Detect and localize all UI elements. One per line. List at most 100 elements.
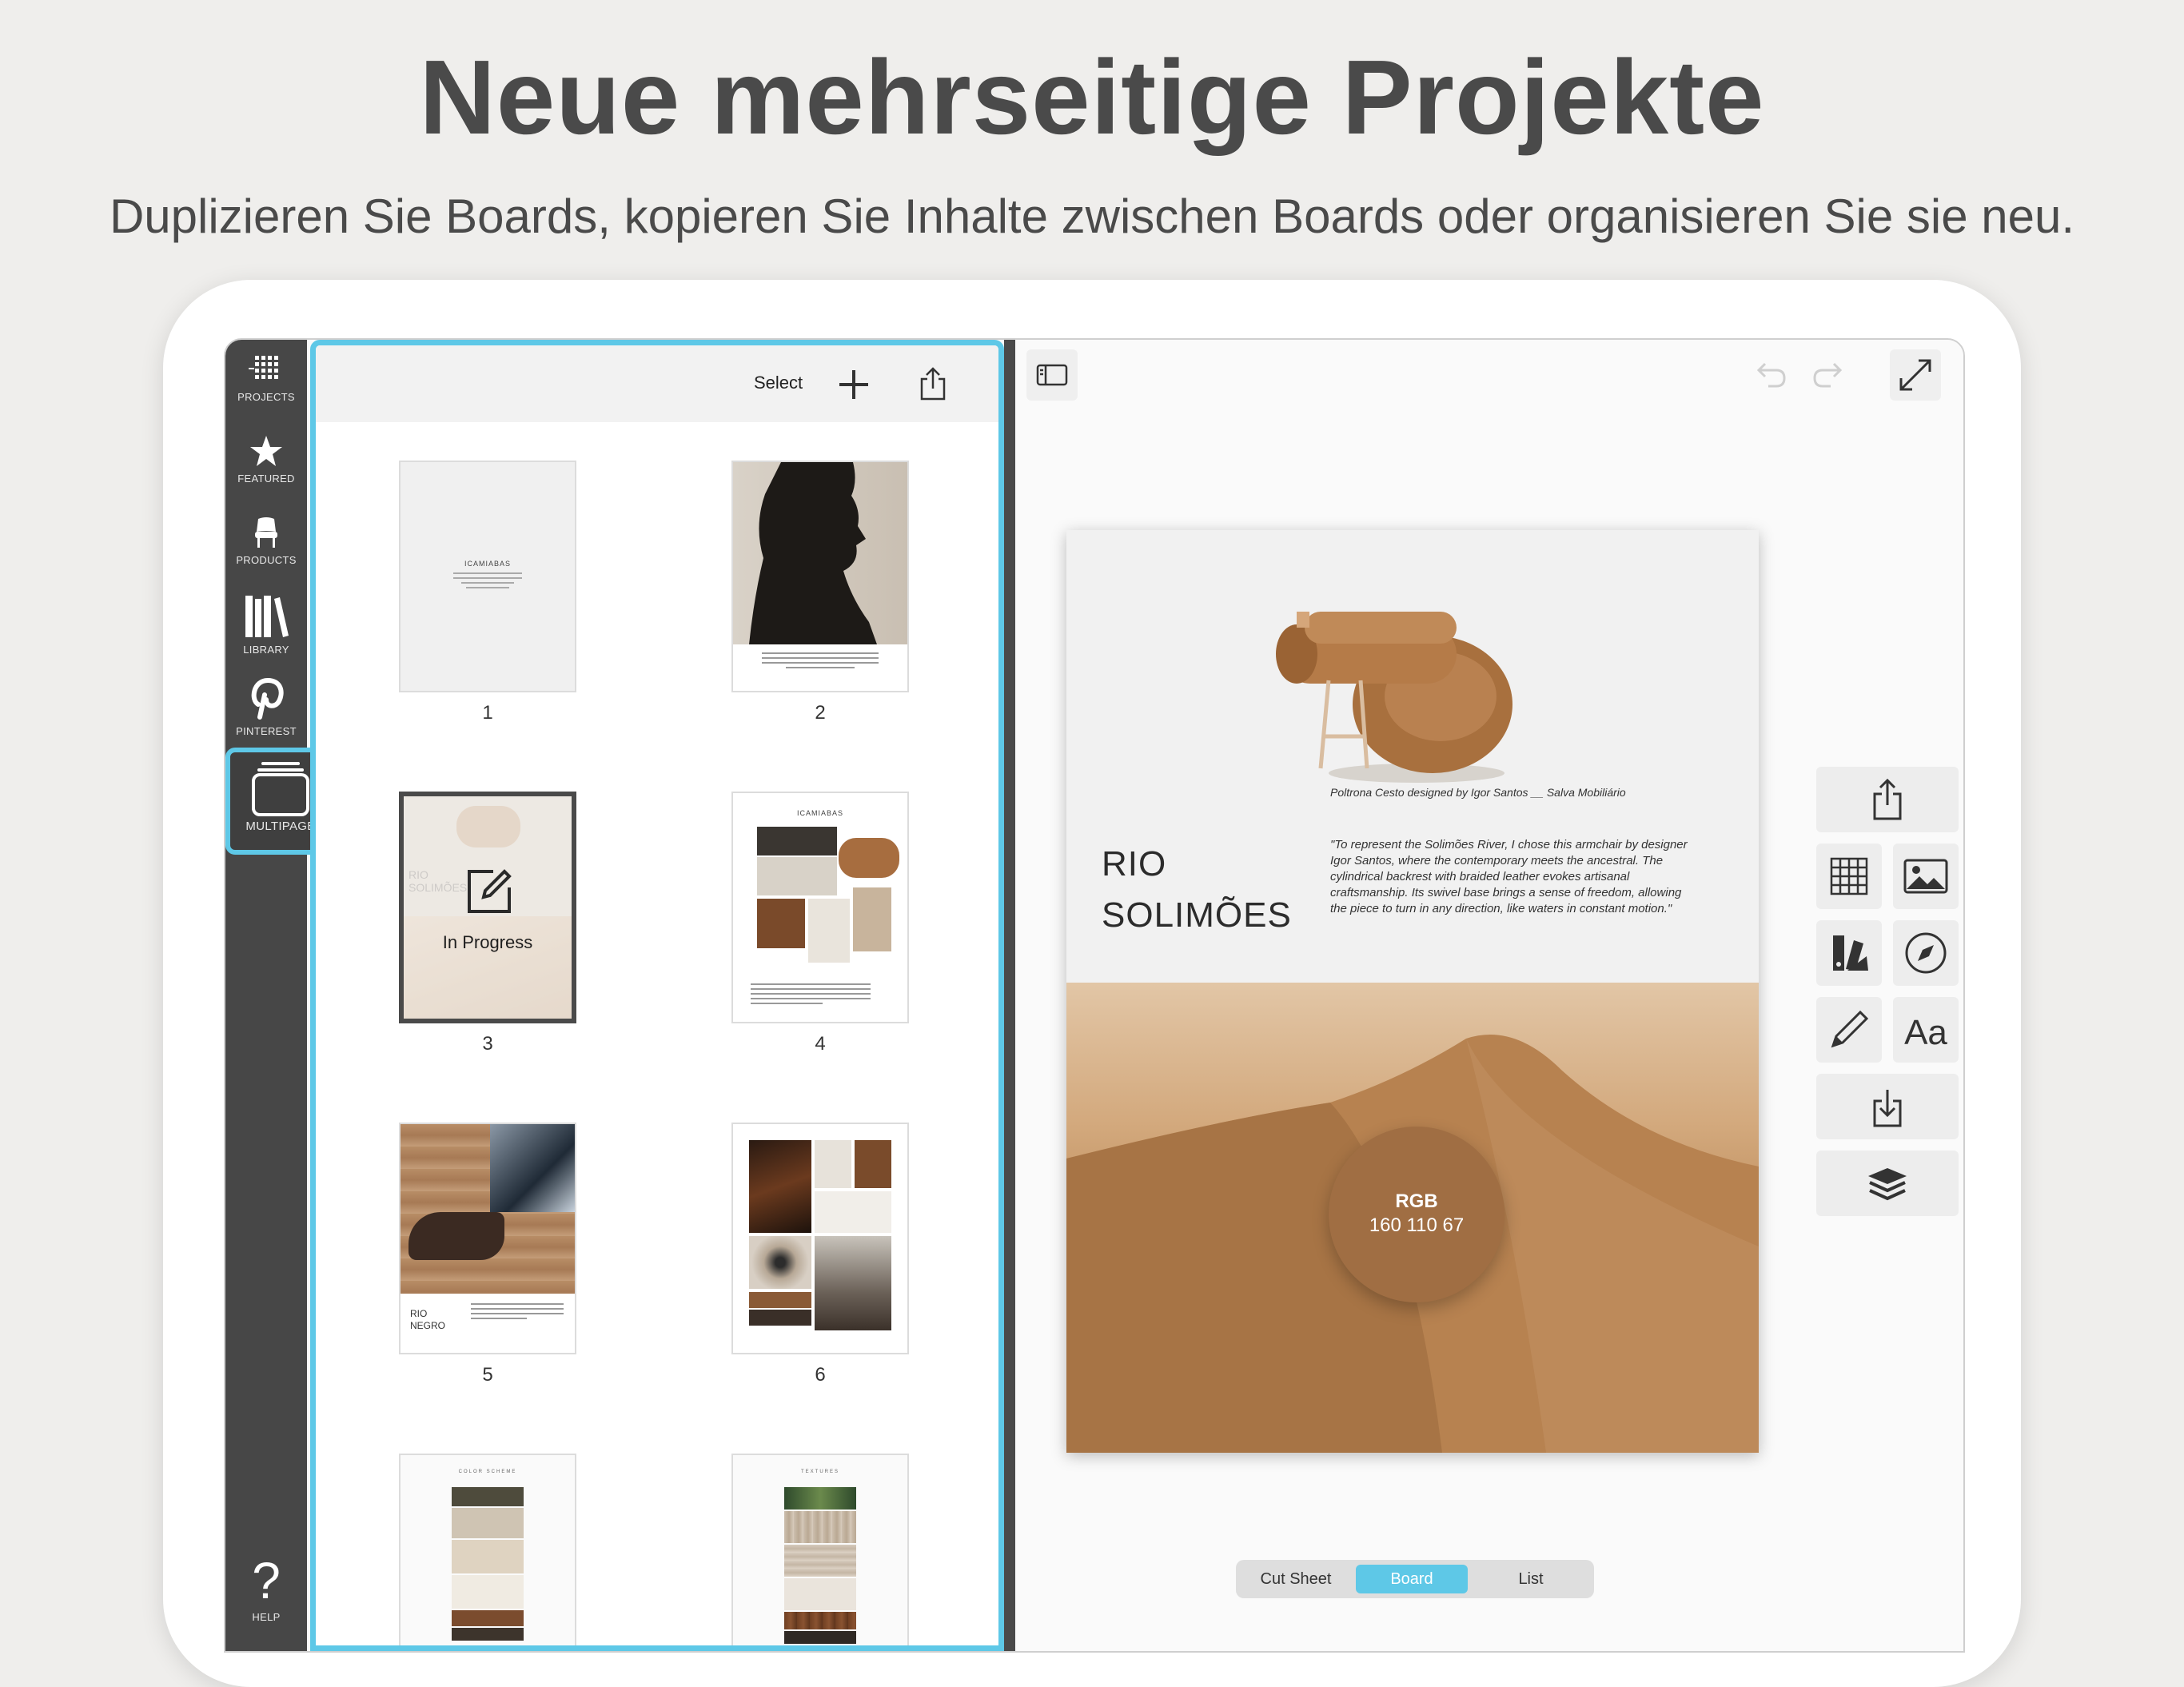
board-canvas[interactable]: Poltrona Cesto designed by Igor Santos _… (1066, 530, 1759, 1453)
view-mode-board[interactable]: Board (1356, 1565, 1468, 1593)
image-tool-button[interactable] (1893, 844, 1959, 909)
board-title: RIO SOLIMÕES (1102, 839, 1292, 941)
fullscreen-button[interactable] (1890, 349, 1941, 401)
color-swatch (452, 1610, 524, 1626)
chair-image (839, 838, 899, 878)
help-label: HELP (252, 1611, 281, 1623)
compass-icon (1905, 932, 1947, 974)
expand-icon (1899, 359, 1931, 391)
grid-tool-button[interactable] (1816, 844, 1882, 909)
sidebar-item-label: LIBRARY (243, 644, 289, 656)
color-swatch (452, 1487, 524, 1506)
books-icon (245, 596, 289, 637)
page-text-lines (751, 983, 871, 1004)
color-swatch (452, 1540, 524, 1573)
share-board-button[interactable] (1816, 767, 1959, 832)
page-thumbnail-8[interactable]: TEXTURES (731, 1454, 909, 1645)
help-icon: ? (252, 1552, 281, 1609)
page-number: 1 (482, 702, 493, 724)
sidebar-item-label: PINTEREST (236, 725, 297, 737)
share-icon[interactable] (919, 366, 947, 401)
texture-swatch (784, 1511, 856, 1543)
select-button[interactable]: Select (754, 373, 803, 393)
sidebar: PROJECTS FEATURED PRODUCTS LIBRARY PINTE… (225, 340, 307, 1651)
page-thumbnail-2[interactable] (731, 461, 909, 692)
swatches-icon (1833, 935, 1868, 971)
material-swatch (749, 1292, 811, 1308)
product-caption: Poltrona Cesto designed by Igor Santos _… (1330, 786, 1626, 799)
page-text-lines (762, 652, 879, 668)
armchair-image (1276, 612, 1512, 783)
lamp-image (815, 1191, 891, 1233)
toggle-sidebar-button[interactable] (1026, 349, 1078, 401)
material-swatch (757, 827, 837, 855)
page-thumbnail-4[interactable]: ICAMIABAS (731, 792, 909, 1023)
redo-icon[interactable] (1810, 357, 1845, 393)
texture-swatch (784, 1631, 856, 1644)
desert-photo: RGB 160 110 67 (1066, 983, 1759, 1453)
color-swatch-circle: RGB 160 110 67 (1329, 1127, 1504, 1302)
status-label: In Progress (442, 932, 533, 952)
page-number: 4 (815, 1033, 826, 1055)
pages-panel: Select ICAMIABAS 1 2 RIO SOLIMÕES In Pro… (310, 340, 1004, 1651)
sidebar-item-projects[interactable]: PROJECTS (225, 354, 307, 403)
texture-swatch (784, 1578, 856, 1610)
material-swatch (855, 1140, 891, 1188)
board-title-line2: SOLIMÕES (1102, 895, 1292, 935)
image-icon (1903, 859, 1948, 894)
projects-grid-icon (249, 356, 278, 379)
texture-swatch (784, 1545, 856, 1577)
view-mode-list[interactable]: List (1473, 1565, 1589, 1593)
interior-photo (815, 1236, 891, 1330)
page-thumbnail-6[interactable] (731, 1123, 909, 1354)
sidebar-item-library[interactable]: LIBRARY (225, 594, 307, 656)
sidebar-item-pinterest[interactable]: PINTEREST (225, 676, 307, 737)
water-photo (749, 1140, 811, 1233)
browser-tool-button[interactable] (1893, 920, 1959, 986)
page-thumbnail-3[interactable]: RIO SOLIMÕES In Progress (399, 792, 576, 1023)
material-swatch (757, 899, 805, 948)
color-swatch (452, 1575, 524, 1609)
chair-icon (255, 517, 277, 548)
grid-icon (1830, 857, 1868, 895)
undo-icon[interactable] (1754, 357, 1789, 393)
page-thumbnail-1[interactable]: ICAMIABAS (399, 461, 576, 692)
material-swatch (757, 857, 837, 895)
headline: Neue mehrseitige Projekte (419, 38, 1765, 156)
page-heading: COLOR SCHEME (458, 1470, 517, 1474)
sidebar-item-featured[interactable]: FEATURED (225, 434, 307, 485)
page-brand: ICAMIABAS (464, 560, 511, 568)
view-mode-cut-sheet[interactable]: Cut Sheet (1241, 1565, 1351, 1593)
sidebar-item-products[interactable]: PRODUCTS (225, 516, 307, 566)
sidebar-item-label: FEATURED (237, 473, 295, 485)
pencil-icon (1831, 1010, 1869, 1048)
draw-tool-button[interactable] (1816, 997, 1882, 1063)
art-panel (490, 1124, 575, 1212)
texture-swatch (784, 1487, 856, 1510)
import-button[interactable] (1816, 1074, 1959, 1139)
page-thumbnail-5[interactable]: RIO NEGRO (399, 1123, 576, 1354)
download-icon (1873, 1090, 1902, 1127)
layers-button[interactable] (1816, 1151, 1959, 1216)
material-swatch (808, 899, 850, 963)
woman-silhouette (749, 462, 877, 644)
sidebar-item-label: PRODUCTS (236, 554, 297, 566)
material-swatch (853, 887, 891, 951)
text-tool-button[interactable]: Aa (1893, 997, 1959, 1063)
page-title: RIO NEGRO (410, 1308, 446, 1331)
color-swatch (452, 1508, 524, 1538)
sidebar-toggle-icon (1036, 364, 1068, 386)
page-text-lines (453, 572, 522, 588)
edit-icon (468, 869, 512, 913)
material-swatch (815, 1140, 851, 1188)
multipage-icon (252, 762, 309, 816)
help-button[interactable]: ? HELP (225, 1555, 307, 1623)
board-quote: "To represent the Solimões River, I chos… (1330, 838, 1688, 915)
page-thumbnail-7[interactable]: COLOR SCHEME (399, 1454, 576, 1645)
add-page-icon[interactable] (837, 368, 871, 401)
sidebar-item-label: PROJECTS (237, 391, 295, 403)
split-divider[interactable] (1004, 340, 1015, 1651)
swatch-tool-button[interactable] (1816, 920, 1882, 986)
board-title-line1: RIO (1102, 844, 1167, 883)
page-number: 3 (482, 1033, 493, 1055)
